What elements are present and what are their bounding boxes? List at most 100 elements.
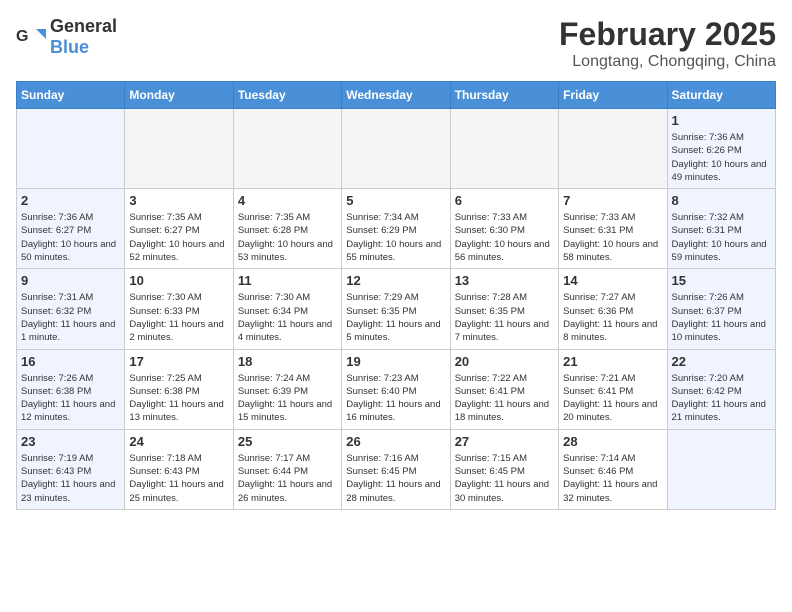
day-number: 25 bbox=[238, 434, 337, 449]
day-info: Sunrise: 7:31 AMSunset: 6:32 PMDaylight:… bbox=[21, 291, 120, 344]
day-info: Sunrise: 7:34 AMSunset: 6:29 PMDaylight:… bbox=[346, 211, 445, 264]
calendar-cell: 19 Sunrise: 7:23 AMSunset: 6:40 PMDayligh… bbox=[342, 349, 450, 429]
weekday-header-friday: Friday bbox=[559, 82, 667, 109]
calendar-cell bbox=[233, 109, 341, 189]
day-number: 12 bbox=[346, 273, 445, 288]
day-number: 2 bbox=[21, 193, 120, 208]
day-info: Sunrise: 7:21 AMSunset: 6:41 PMDaylight:… bbox=[563, 372, 662, 425]
day-info: Sunrise: 7:26 AMSunset: 6:38 PMDaylight:… bbox=[21, 372, 120, 425]
day-number: 10 bbox=[129, 273, 228, 288]
day-number: 19 bbox=[346, 354, 445, 369]
calendar-cell: 9 Sunrise: 7:31 AMSunset: 6:32 PMDaylight… bbox=[17, 269, 125, 349]
calendar-cell: 18Sunrise: 7:24 AMSunset: 6:39 PMDayligh… bbox=[233, 349, 341, 429]
weekday-header-sunday: Sunday bbox=[17, 82, 125, 109]
day-number: 3 bbox=[129, 193, 228, 208]
logo-icon: G bbox=[16, 25, 46, 49]
day-info: Sunrise: 7:14 AMSunset: 6:46 PMDaylight:… bbox=[563, 452, 662, 505]
calendar-cell: 20 Sunrise: 7:22 AMSunset: 6:41 PMDayligh… bbox=[450, 349, 558, 429]
calendar-subtitle: Longtang, Chongqing, China bbox=[559, 53, 776, 71]
calendar-cell bbox=[667, 429, 775, 509]
logo-general: General bbox=[50, 16, 117, 36]
day-info: Sunrise: 7:28 AMSunset: 6:35 PMDaylight:… bbox=[455, 291, 554, 344]
weekday-header-thursday: Thursday bbox=[450, 82, 558, 109]
calendar-cell: 8 Sunrise: 7:32 AMSunset: 6:31 PMDaylight… bbox=[667, 189, 775, 269]
calendar-cell: 2 Sunrise: 7:36 AMSunset: 6:27 PMDaylight… bbox=[17, 189, 125, 269]
calendar-week-3: 16 Sunrise: 7:26 AMSunset: 6:38 PMDayligh… bbox=[17, 349, 776, 429]
day-number: 17 bbox=[129, 354, 228, 369]
day-number: 11 bbox=[238, 273, 337, 288]
day-number: 27 bbox=[455, 434, 554, 449]
day-info: Sunrise: 7:17 AMSunset: 6:44 PMDaylight:… bbox=[238, 452, 337, 505]
day-info: Sunrise: 7:32 AMSunset: 6:31 PMDaylight:… bbox=[672, 211, 771, 264]
calendar-cell: 15Sunrise: 7:26 AMSunset: 6:37 PMDayligh… bbox=[667, 269, 775, 349]
title-block: February 2025 Longtang, Chongqing, China bbox=[559, 16, 776, 71]
calendar-cell bbox=[559, 109, 667, 189]
calendar-cell bbox=[17, 109, 125, 189]
day-info: Sunrise: 7:30 AMSunset: 6:33 PMDaylight:… bbox=[129, 291, 228, 344]
day-number: 1 bbox=[672, 113, 771, 128]
day-number: 6 bbox=[455, 193, 554, 208]
calendar-cell bbox=[450, 109, 558, 189]
day-number: 13 bbox=[455, 273, 554, 288]
calendar-cell: 21Sunrise: 7:21 AMSunset: 6:41 PMDayligh… bbox=[559, 349, 667, 429]
calendar-table: SundayMondayTuesdayWednesdayThursdayFrid… bbox=[16, 81, 776, 510]
day-info: Sunrise: 7:27 AMSunset: 6:36 PMDaylight:… bbox=[563, 291, 662, 344]
calendar-cell: 7 Sunrise: 7:33 AMSunset: 6:31 PMDaylight… bbox=[559, 189, 667, 269]
calendar-cell: 6 Sunrise: 7:33 AMSunset: 6:30 PMDaylight… bbox=[450, 189, 558, 269]
weekday-header-saturday: Saturday bbox=[667, 82, 775, 109]
calendar-cell: 22Sunrise: 7:20 AMSunset: 6:42 PMDayligh… bbox=[667, 349, 775, 429]
calendar-cell: 12 Sunrise: 7:29 AMSunset: 6:35 PMDayligh… bbox=[342, 269, 450, 349]
svg-text:G: G bbox=[16, 28, 28, 45]
day-number: 8 bbox=[672, 193, 771, 208]
weekday-header-tuesday: Tuesday bbox=[233, 82, 341, 109]
calendar-cell: 16 Sunrise: 7:26 AMSunset: 6:38 PMDayligh… bbox=[17, 349, 125, 429]
day-number: 16 bbox=[21, 354, 120, 369]
calendar-week-1: 2 Sunrise: 7:36 AMSunset: 6:27 PMDaylight… bbox=[17, 189, 776, 269]
calendar-header: SundayMondayTuesdayWednesdayThursdayFrid… bbox=[17, 82, 776, 109]
calendar-week-4: 23 Sunrise: 7:19 AMSunset: 6:43 PMDayligh… bbox=[17, 429, 776, 509]
day-number: 20 bbox=[455, 354, 554, 369]
day-number: 24 bbox=[129, 434, 228, 449]
calendar-cell: 3 Sunrise: 7:35 AMSunset: 6:27 PMDaylight… bbox=[125, 189, 233, 269]
day-info: Sunrise: 7:16 AMSunset: 6:45 PMDaylight:… bbox=[346, 452, 445, 505]
day-number: 7 bbox=[563, 193, 662, 208]
day-number: 18 bbox=[238, 354, 337, 369]
day-info: Sunrise: 7:15 AMSunset: 6:45 PMDaylight:… bbox=[455, 452, 554, 505]
day-info: Sunrise: 7:36 AMSunset: 6:27 PMDaylight:… bbox=[21, 211, 120, 264]
day-number: 28 bbox=[563, 434, 662, 449]
day-info: Sunrise: 7:33 AMSunset: 6:31 PMDaylight:… bbox=[563, 211, 662, 264]
day-number: 9 bbox=[21, 273, 120, 288]
day-info: Sunrise: 7:33 AMSunset: 6:30 PMDaylight:… bbox=[455, 211, 554, 264]
day-number: 26 bbox=[346, 434, 445, 449]
day-number: 22 bbox=[672, 354, 771, 369]
day-info: Sunrise: 7:22 AMSunset: 6:41 PMDaylight:… bbox=[455, 372, 554, 425]
weekday-header-monday: Monday bbox=[125, 82, 233, 109]
calendar-cell: 23 Sunrise: 7:19 AMSunset: 6:43 PMDayligh… bbox=[17, 429, 125, 509]
calendar-cell: 26 Sunrise: 7:16 AMSunset: 6:45 PMDayligh… bbox=[342, 429, 450, 509]
calendar-cell: 11Sunrise: 7:30 AMSunset: 6:34 PMDayligh… bbox=[233, 269, 341, 349]
day-info: Sunrise: 7:26 AMSunset: 6:37 PMDaylight:… bbox=[672, 291, 771, 344]
calendar-week-0: 1Sunrise: 7:36 AMSunset: 6:26 PMDaylight… bbox=[17, 109, 776, 189]
calendar-title: February 2025 bbox=[559, 16, 776, 53]
calendar-cell: 4Sunrise: 7:35 AMSunset: 6:28 PMDaylight… bbox=[233, 189, 341, 269]
logo: G General Blue bbox=[16, 16, 117, 58]
logo-blue: Blue bbox=[50, 37, 89, 57]
calendar-cell: 24 Sunrise: 7:18 AMSunset: 6:43 PMDayligh… bbox=[125, 429, 233, 509]
calendar-cell: 27 Sunrise: 7:15 AMSunset: 6:45 PMDayligh… bbox=[450, 429, 558, 509]
calendar-cell: 10 Sunrise: 7:30 AMSunset: 6:33 PMDayligh… bbox=[125, 269, 233, 349]
day-number: 23 bbox=[21, 434, 120, 449]
day-info: Sunrise: 7:29 AMSunset: 6:35 PMDaylight:… bbox=[346, 291, 445, 344]
day-info: Sunrise: 7:23 AMSunset: 6:40 PMDaylight:… bbox=[346, 372, 445, 425]
calendar-cell: 17Sunrise: 7:25 AMSunset: 6:38 PMDayligh… bbox=[125, 349, 233, 429]
calendar-cell bbox=[342, 109, 450, 189]
calendar-cell: 13 Sunrise: 7:28 AMSunset: 6:35 PMDayligh… bbox=[450, 269, 558, 349]
calendar-cell: 5Sunrise: 7:34 AMSunset: 6:29 PMDaylight… bbox=[342, 189, 450, 269]
day-info: Sunrise: 7:19 AMSunset: 6:43 PMDaylight:… bbox=[21, 452, 120, 505]
day-number: 14 bbox=[563, 273, 662, 288]
day-info: Sunrise: 7:35 AMSunset: 6:27 PMDaylight:… bbox=[129, 211, 228, 264]
day-info: Sunrise: 7:18 AMSunset: 6:43 PMDaylight:… bbox=[129, 452, 228, 505]
weekday-header-wednesday: Wednesday bbox=[342, 82, 450, 109]
calendar-cell: 14 Sunrise: 7:27 AMSunset: 6:36 PMDayligh… bbox=[559, 269, 667, 349]
day-number: 4 bbox=[238, 193, 337, 208]
calendar-cell: 25 Sunrise: 7:17 AMSunset: 6:44 PMDayligh… bbox=[233, 429, 341, 509]
